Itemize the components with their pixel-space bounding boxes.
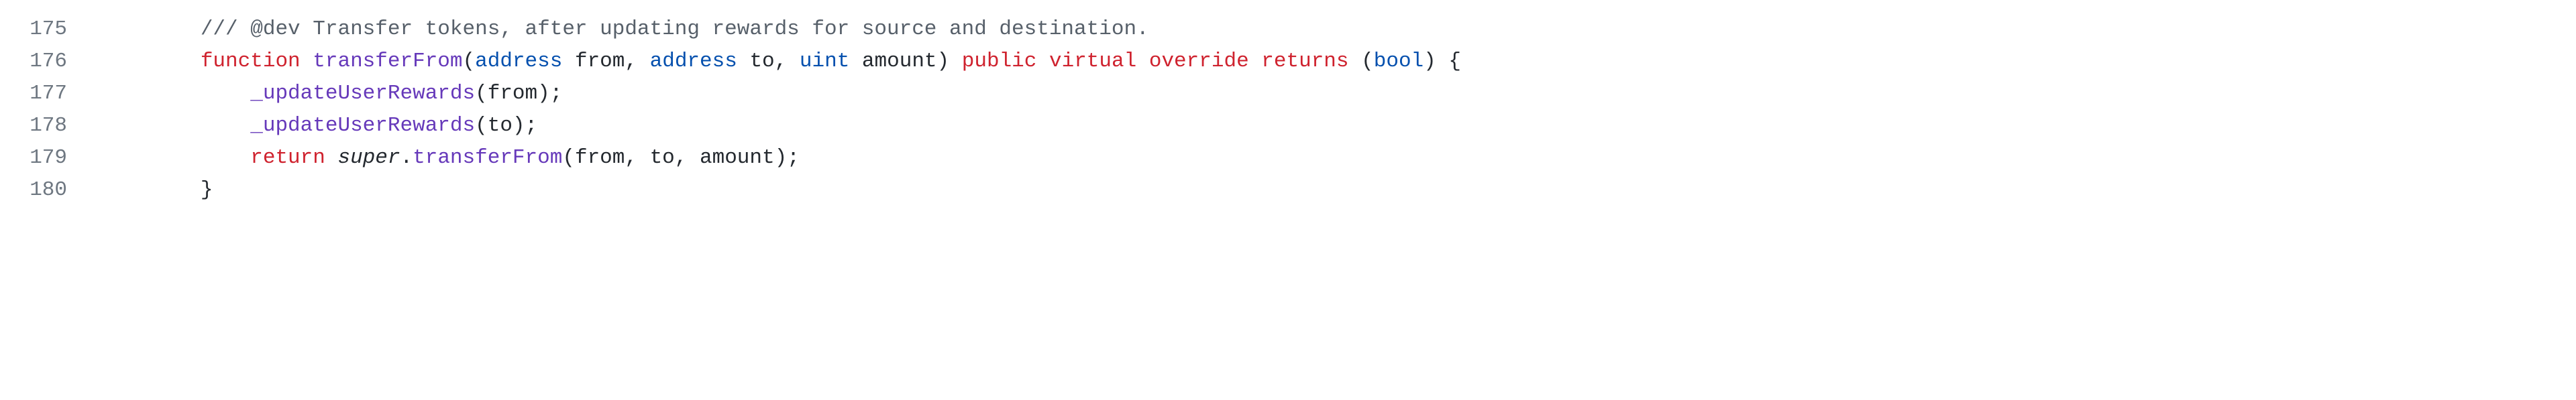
token: (to); — [475, 114, 537, 137]
code-line: 180 } — [0, 174, 2576, 206]
token: bool — [1374, 50, 1424, 73]
token: _updateUserRewards — [250, 114, 475, 137]
token: uint — [800, 50, 849, 73]
token: amount — [862, 50, 937, 73]
token — [325, 146, 338, 170]
token: override — [1149, 50, 1249, 73]
code-content: _updateUserRewards(to); — [101, 110, 2576, 142]
code-content: /// @dev Transfer tokens, after updating… — [101, 13, 2576, 46]
token: to — [749, 50, 774, 73]
code-line: 179 return super.transferFrom(from, to, … — [0, 142, 2576, 174]
code-content: } — [101, 174, 2576, 206]
token: ) { — [1424, 50, 1461, 73]
token — [849, 50, 862, 73]
token: (from); — [475, 82, 562, 105]
indent — [101, 50, 201, 73]
token — [737, 50, 750, 73]
code-line: 175 /// @dev Transfer tokens, after upda… — [0, 13, 2576, 46]
token — [301, 50, 313, 73]
code-line: 178 _updateUserRewards(to); — [0, 110, 2576, 142]
code-line: 177 _updateUserRewards(from); — [0, 78, 2576, 110]
line-number: 179 — [0, 142, 101, 174]
token: transferFrom — [313, 50, 462, 73]
token: /// @dev Transfer tokens, after updating… — [201, 17, 1149, 41]
token: virtual — [1049, 50, 1136, 73]
indent — [101, 82, 250, 105]
indent — [101, 114, 250, 137]
token: function — [201, 50, 301, 73]
token: address — [650, 50, 737, 73]
token: . — [400, 146, 413, 170]
token: ( — [1361, 50, 1374, 73]
token: _updateUserRewards — [250, 82, 475, 105]
token: , — [625, 50, 649, 73]
token — [1349, 50, 1362, 73]
token: } — [201, 178, 213, 202]
token: return — [250, 146, 325, 170]
token — [1036, 50, 1049, 73]
token: (from, to, amount); — [562, 146, 799, 170]
line-number: 176 — [0, 46, 101, 78]
line-number: 178 — [0, 110, 101, 142]
token: returns — [1261, 50, 1348, 73]
token: transferFrom — [413, 146, 562, 170]
token — [1136, 50, 1149, 73]
code-content: return super.transferFrom(from, to, amou… — [101, 142, 2576, 174]
token: address — [475, 50, 562, 73]
indent — [101, 146, 250, 170]
token — [562, 50, 575, 73]
line-number: 180 — [0, 174, 101, 206]
indent — [101, 17, 201, 41]
token — [1249, 50, 1262, 73]
code-content: function transferFrom(address from, addr… — [101, 46, 2576, 78]
code-block: 175 /// @dev Transfer tokens, after upda… — [0, 0, 2576, 220]
indent — [101, 178, 201, 202]
line-number: 177 — [0, 78, 101, 110]
token: ( — [463, 50, 476, 73]
token: ) — [937, 50, 962, 73]
line-number: 175 — [0, 13, 101, 46]
token: , — [775, 50, 800, 73]
token: public — [962, 50, 1037, 73]
code-line: 176 function transferFrom(address from, … — [0, 46, 2576, 78]
token: from — [575, 50, 625, 73]
token: super — [337, 146, 400, 170]
code-content: _updateUserRewards(from); — [101, 78, 2576, 110]
